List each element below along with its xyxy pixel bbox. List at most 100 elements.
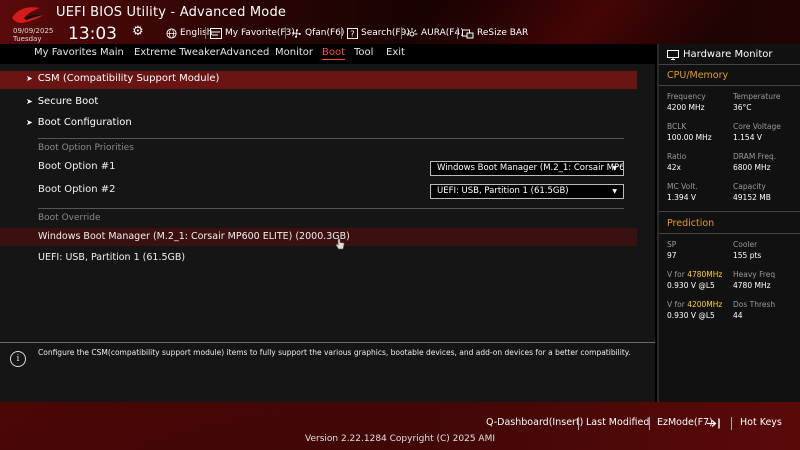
hw-divider: [659, 64, 800, 65]
ezmode-button[interactable]: EzMode(F7): [657, 417, 713, 428]
csm-menu-item[interactable]: ➤ CSM (Compatibility Support Module): [26, 73, 219, 84]
tab-boot[interactable]: Boot: [322, 47, 346, 60]
my-favorite-button[interactable]: My Favorite(F3): [205, 26, 295, 40]
boot-option-2-label: Boot Option #2: [38, 184, 116, 195]
cooler-label: Cooler: [733, 240, 758, 249]
help-bar: i Configure the CSM(compatibility suppor…: [0, 342, 655, 402]
tab-main[interactable]: Main: [100, 47, 124, 58]
v-for-heavy-label: V for 4780MHz: [667, 270, 722, 279]
footer-divider: [649, 417, 650, 430]
tab-exit[interactable]: Exit: [386, 47, 405, 58]
section-divider: [38, 138, 624, 139]
hot-keys-button[interactable]: Hot Keys: [740, 417, 782, 428]
dram-freq-value: 6800 MHz: [733, 163, 771, 172]
app-title: UEFI BIOS Utility - Advanced Mode: [56, 5, 287, 20]
fan-icon: [290, 27, 302, 39]
cpu-memory-heading: CPU/Memory: [667, 70, 729, 81]
monitor-icon: [667, 50, 679, 60]
resize-bar-label: ReSize BAR: [477, 28, 529, 38]
csm-label: CSM (Compatibility Support Module): [37, 73, 220, 84]
bclk-label: BCLK: [667, 122, 687, 131]
favorite-icon: [210, 27, 222, 39]
last-modified-button[interactable]: Last Modified: [586, 417, 649, 428]
sp-value: 97: [667, 251, 677, 260]
boot-option-1-value: Windows Boot Manager (M.2_1: Corsair MP6…: [437, 163, 624, 173]
hardware-monitor-title: Hardware Monitor: [683, 49, 773, 60]
toolbar-divider: [285, 27, 286, 39]
secure-boot-menu-item[interactable]: ➤ Secure Boot: [26, 96, 98, 107]
hardware-monitor-panel: Hardware Monitor CPU/Memory Frequency 42…: [657, 44, 800, 402]
boot-override-heading: Boot Override: [38, 213, 101, 223]
boot-settings-panel: ➤ CSM (Compatibility Support Module) ➤ S…: [0, 64, 655, 342]
tab-tool[interactable]: Tool: [354, 47, 373, 58]
heavy-freq-label: Heavy Freq: [733, 270, 776, 279]
v-for-heavy-value: 0.930 V @L5: [667, 281, 715, 290]
dos-thresh-label: Dos Thresh: [733, 300, 776, 309]
svg-text:?: ?: [350, 28, 354, 38]
v-for-base-label: V for 4200MHz: [667, 300, 722, 309]
hw-divider: [659, 211, 800, 212]
dos-thresh-value: 44: [733, 311, 743, 320]
toolbar-divider: [205, 27, 206, 39]
capacity-value: 49152 MB: [733, 193, 771, 202]
v-for-freq: 4780MHz: [687, 270, 723, 279]
tab-extreme-tweaker[interactable]: Extreme Tweaker: [134, 47, 220, 58]
info-icon: i: [10, 351, 26, 367]
v-for-base-value: 0.930 V @L5: [667, 311, 715, 320]
frequency-value: 4200 MHz: [667, 103, 705, 112]
language-label: English: [180, 28, 213, 38]
q-dashboard-button[interactable]: Q-Dashboard(Insert): [486, 417, 583, 428]
mc-volt-label: MC Volt.: [667, 182, 698, 191]
settings-gear-icon[interactable]: ⚙: [132, 24, 144, 39]
main-tabs: My Favorites Main Extreme Tweaker Advanc…: [0, 44, 655, 64]
version-text: Version 2.22.1284 Copyright (C) 2025 AMI: [305, 434, 495, 444]
search-icon: ?: [346, 27, 358, 39]
search-label: Search(F9): [361, 28, 410, 38]
chevron-right-icon: ➤: [26, 118, 33, 127]
cooler-value: 155 pts: [733, 251, 762, 260]
secure-boot-label: Secure Boot: [37, 96, 99, 107]
boot-option-1-select[interactable]: Windows Boot Manager (M.2_1: Corsair MP6…: [430, 161, 624, 176]
boot-override-item-usb[interactable]: UEFI: USB, Partition 1 (61.5GB): [38, 252, 185, 263]
hw-divider: [659, 233, 800, 234]
tab-my-favorites[interactable]: My Favorites: [34, 47, 97, 58]
toolbar-divider: [457, 27, 458, 39]
tab-monitor[interactable]: Monitor: [275, 47, 313, 58]
footer-bar: Q-Dashboard(Insert) Last Modified EzMode…: [0, 402, 800, 450]
resize-bar-button[interactable]: ReSize BAR: [457, 26, 529, 40]
mc-volt-value: 1.394 V: [667, 193, 696, 202]
aura-button[interactable]: AURA(F4): [401, 26, 464, 40]
dram-freq-label: DRAM Freq.: [733, 152, 777, 161]
boot-option-2-select[interactable]: UEFI: USB, Partition 1 (61.5GB) ▼: [430, 184, 624, 199]
boot-override-item-windows[interactable]: Windows Boot Manager (M.2_1: Corsair MP6…: [38, 231, 350, 242]
section-divider: [38, 208, 624, 209]
boot-option-priorities-heading: Boot Option Priorities: [38, 143, 134, 153]
aura-icon: [406, 27, 418, 39]
boot-configuration-menu-item[interactable]: ➤ Boot Configuration: [26, 117, 132, 128]
toolbar-divider: [401, 27, 402, 39]
tab-advanced[interactable]: Advanced: [220, 47, 269, 58]
temperature-label: Temperature: [733, 92, 781, 101]
rog-logo-icon: [12, 7, 44, 23]
day-text: Tuesday: [13, 35, 42, 43]
qfan-button[interactable]: Qfan(F6): [285, 26, 345, 40]
footer-divider: [578, 417, 579, 430]
boot-option-2-value: UEFI: USB, Partition 1 (61.5GB): [437, 186, 569, 196]
mouse-pointer-icon: [335, 238, 345, 250]
chevron-right-icon: ➤: [26, 74, 33, 83]
ratio-label: Ratio: [667, 152, 687, 161]
prediction-heading: Prediction: [667, 218, 715, 229]
v-for-prefix: V for: [667, 270, 688, 279]
v-for-prefix: V for: [667, 300, 688, 309]
capacity-label: Capacity: [733, 182, 766, 191]
exit-arrow-icon[interactable]: [707, 418, 721, 429]
bclk-value: 100.00 MHz: [667, 133, 712, 142]
hw-divider: [659, 85, 800, 86]
boot-configuration-label: Boot Configuration: [37, 117, 132, 128]
dropdown-caret-icon: ▼: [612, 188, 617, 195]
footer-divider: [731, 417, 732, 430]
core-voltage-label: Core Voltage: [733, 122, 781, 131]
qfan-label: Qfan(F6): [305, 28, 345, 38]
resize-bar-icon: [462, 27, 474, 39]
frequency-label: Frequency: [667, 92, 706, 101]
